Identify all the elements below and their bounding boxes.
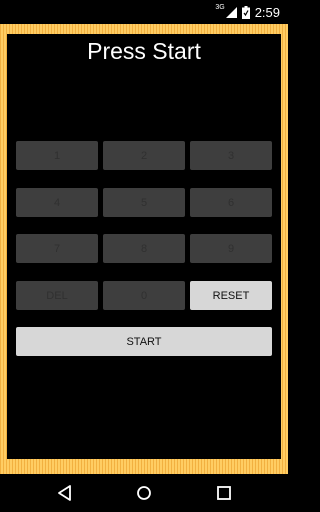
key-0-button[interactable]: 0 <box>103 281 185 310</box>
key-6-button[interactable]: 6 <box>190 188 272 217</box>
delete-button[interactable]: DEL <box>16 281 98 310</box>
back-icon[interactable] <box>55 483 75 503</box>
key-1-button[interactable]: 1 <box>16 141 98 170</box>
key-2-button[interactable]: 2 <box>103 141 185 170</box>
reset-button[interactable]: RESET <box>190 281 272 310</box>
key-4-button[interactable]: 4 <box>16 188 98 217</box>
key-3-button[interactable]: 3 <box>190 141 272 170</box>
key-5-button[interactable]: 5 <box>103 188 185 217</box>
status-icons: 3G 2:59 <box>215 0 280 24</box>
key-7-button[interactable]: 7 <box>16 234 98 263</box>
page-title: Press Start <box>87 38 201 64</box>
key-8-button[interactable]: 8 <box>103 234 185 263</box>
start-button[interactable]: START <box>16 327 272 356</box>
navigation-bar <box>0 474 288 512</box>
network-type: 3G <box>215 3 225 11</box>
recent-apps-icon[interactable] <box>214 483 234 503</box>
battery-icon <box>241 5 250 19</box>
key-9-button[interactable]: 9 <box>190 234 272 263</box>
home-icon[interactable] <box>134 483 154 503</box>
status-bar: 3G 2:59 <box>0 0 288 24</box>
clock: 2:59 <box>254 4 280 20</box>
signal-icon <box>225 6 237 18</box>
